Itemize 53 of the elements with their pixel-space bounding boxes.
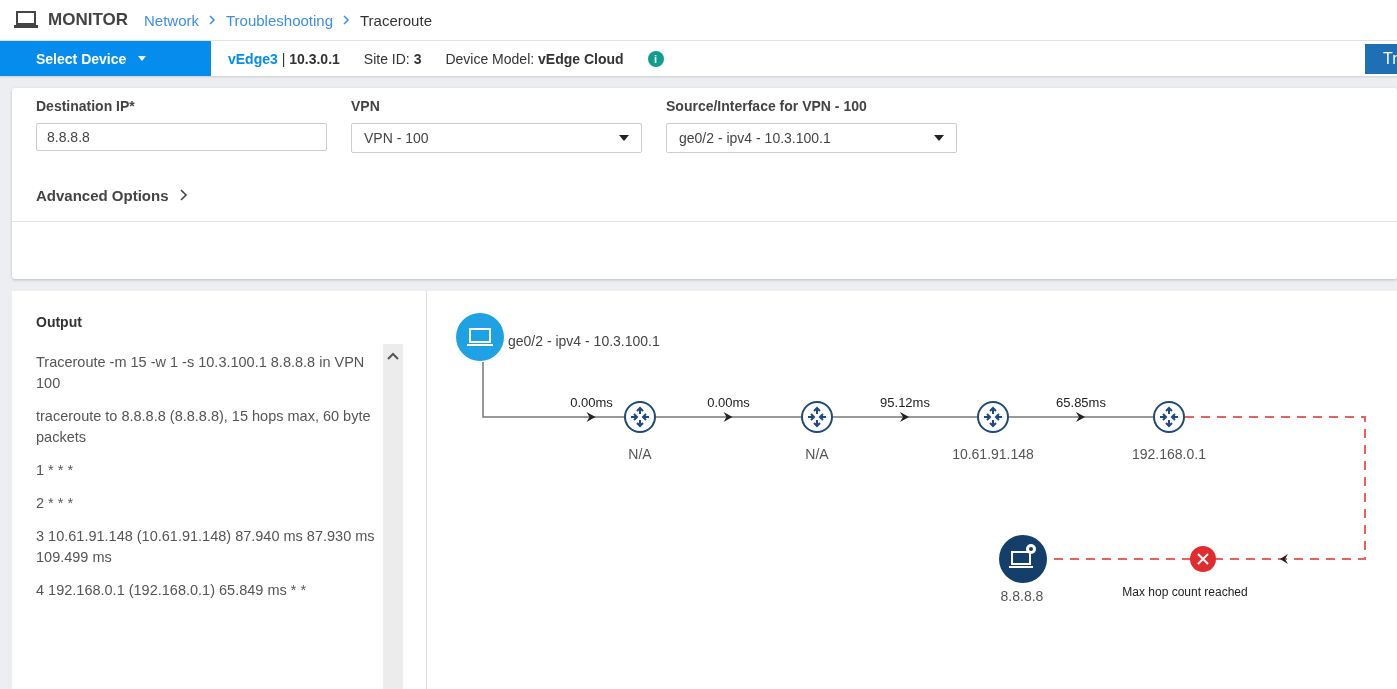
caret-up-icon[interactable] (387, 352, 399, 360)
latency-label: 95.12ms (880, 395, 930, 410)
device-name-ip: vEdge3 | 10.3.0.1 (228, 50, 340, 67)
router-icon[interactable] (1153, 401, 1185, 433)
select-dropdown[interactable]: VPN - 100 (351, 123, 642, 153)
hop-label: N/A (805, 446, 829, 462)
output-line: Traceroute -m 15 -w 1 -s 10.3.100.1 8.8.8.8 in VPN 100 (36, 353, 366, 393)
destination-label: 8.8.8.8 (1000, 588, 1044, 604)
source-label: ge0/2 - ipv4 - 10.3.100.1 (508, 333, 660, 349)
advanced-options-toggle[interactable]: Advanced Options (36, 186, 169, 204)
field-label: Source/Interface for VPN - 100 (666, 98, 868, 114)
output-title: Output (36, 314, 83, 330)
output-line: 4 192.168.0.1 (192.168.0.1) 65.849 ms * * (36, 581, 308, 600)
failure-label: Max hop count reached (1122, 585, 1248, 599)
router-icon[interactable] (624, 401, 656, 433)
chevron-icon (343, 15, 350, 25)
router-icon[interactable] (977, 401, 1009, 433)
select-device-dropdown[interactable]: Select Device (0, 41, 211, 76)
breadcrumb-item[interactable]: Troubleshooting (226, 11, 333, 29)
chevron-icon (209, 15, 216, 25)
device-model: Device Model: vEdge Cloud (445, 50, 624, 67)
arrow-head-icon (586, 412, 596, 422)
hop-label: N/A (628, 446, 652, 462)
arrow-head-icon (723, 412, 733, 422)
latency-label: 0.00ms (707, 395, 750, 410)
arrow-head-icon (1076, 412, 1085, 422)
scrollbar[interactable] (383, 344, 403, 689)
caret-icon (138, 56, 147, 61)
site-id: Site ID: 3 (363, 50, 422, 67)
hop-label: 192.168.0.1 (1132, 446, 1206, 462)
field-label: VPN (351, 98, 381, 114)
error-icon (1190, 546, 1216, 572)
destination-laptop-icon[interactable] (999, 535, 1047, 583)
info-icon[interactable]: i (647, 50, 664, 67)
breadcrumb-item: Traceroute (360, 11, 432, 29)
laptop-icon (14, 11, 38, 29)
output-line: traceroute to 8.8.8.8 (8.8.8.8), 15 hops max, 60 byte packets (36, 407, 372, 447)
output-line: 3 10.61.91.148 (10.61.91.148) 87.940 ms 87.930 ms 109.499 ms (36, 527, 376, 567)
input-field[interactable]: 8.8.8.8 (36, 123, 327, 151)
trace-button[interactable]: Tr (1365, 43, 1397, 74)
router-icon[interactable] (801, 401, 833, 433)
latency-label: 65.85ms (1056, 395, 1106, 410)
arrow-head-icon (900, 412, 909, 422)
output-line: 2 * * * (36, 494, 75, 513)
arrow-head-icon (1280, 554, 1288, 564)
select-dropdown[interactable]: ge0/2 - ipv4 - 10.3.100.1 (666, 123, 957, 153)
hop-label: 10.61.91.148 (952, 446, 1034, 462)
source-laptop-icon[interactable] (456, 313, 504, 361)
field-label: Destination IP* (36, 98, 136, 114)
breadcrumb-item[interactable]: Network (143, 11, 199, 29)
page-title: MONITOR (48, 10, 128, 30)
latency-label: 0.00ms (570, 395, 613, 410)
output-line: 1 * * * (36, 461, 75, 480)
